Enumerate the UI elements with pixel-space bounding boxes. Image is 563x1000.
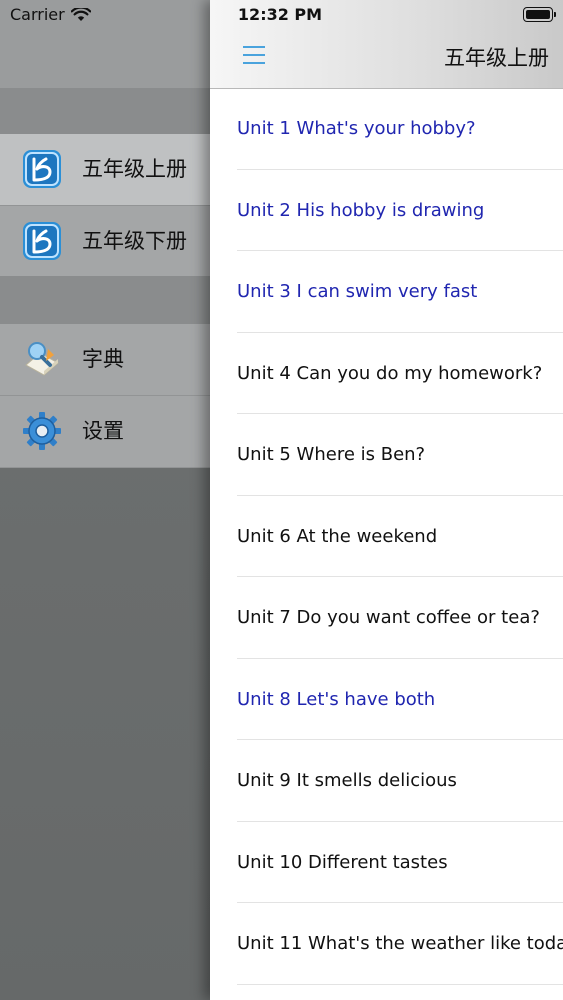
- drawer-item-dictionary[interactable]: 字典: [0, 324, 215, 396]
- book-app-icon: [23, 150, 61, 188]
- unit-list: Unit 1 What's your hobby? Unit 2 His hobb…: [210, 88, 563, 985]
- list-item[interactable]: Unit 3 I can swim very fast: [210, 251, 563, 333]
- drawer-item-label: 字典: [82, 347, 124, 371]
- book-app-icon: [23, 222, 61, 260]
- drawer-item-label: 五年级下册: [82, 229, 187, 253]
- unit-title: Unit 11 What's the weather like today?: [237, 933, 563, 954]
- battery-icon: [523, 7, 556, 22]
- list-item[interactable]: Unit 9 It smells delicious: [210, 740, 563, 822]
- carrier-indicator: Carrier: [10, 5, 91, 24]
- carrier-label: Carrier: [10, 5, 65, 24]
- row-separator: [237, 983, 563, 985]
- drawer-item-grade5-volume2[interactable]: 五年级下册: [0, 206, 215, 278]
- page-title: 五年级上册: [444, 46, 549, 70]
- drawer-spacer: [0, 88, 215, 134]
- unit-title: Unit 5 Where is Ben?: [237, 444, 426, 465]
- drawer-status-bar: Carrier: [0, 0, 215, 88]
- status-time: 12:32 PM: [237, 5, 323, 24]
- unit-title: Unit 10 Different tastes: [237, 851, 448, 873]
- unit-title: Unit 2 His hobby is drawing: [237, 199, 485, 221]
- unit-list-panel: 12:32 PM 五年级上册 Unit 1 What's your hobby?…: [210, 0, 563, 1000]
- list-item[interactable]: Unit 8 Let's have both: [210, 659, 563, 740]
- list-item[interactable]: Unit 4 Can you do my homework?: [210, 333, 563, 414]
- drawer-item-settings[interactable]: 设置: [0, 396, 215, 468]
- list-item[interactable]: Unit 5 Where is Ben?: [210, 414, 563, 496]
- list-item[interactable]: Unit 6 At the weekend: [210, 496, 563, 577]
- tools-menu-group: 字典 设置: [0, 324, 215, 468]
- wifi-icon: [70, 7, 91, 21]
- drawer-item-grade5-volume1[interactable]: 五年级上册: [0, 134, 215, 206]
- unit-title: Unit 4 Can you do my homework?: [237, 362, 543, 384]
- unit-title: Unit 3 I can swim very fast: [237, 281, 478, 302]
- unit-title: Unit 6 At the weekend: [237, 525, 438, 547]
- side-drawer: Carrier 五年级上册 五年级下册 字典 设置: [0, 0, 215, 1000]
- unit-title: Unit 1 What's your hobby?: [237, 118, 476, 139]
- unit-title: Unit 7 Do you want coffee or tea?: [237, 607, 540, 628]
- drawer-item-label: 五年级上册: [82, 157, 187, 181]
- list-item[interactable]: Unit 1 What's your hobby?: [210, 88, 563, 170]
- unit-title: Unit 8 Let's have both: [237, 688, 436, 710]
- drawer-item-label: 设置: [82, 419, 124, 443]
- list-item[interactable]: Unit 10 Different tastes: [210, 822, 563, 903]
- list-item[interactable]: Unit 7 Do you want coffee or tea?: [210, 577, 563, 659]
- book-menu-group: 五年级上册 五年级下册: [0, 134, 215, 278]
- gear-icon: [23, 412, 61, 450]
- unit-title: Unit 9 It smells delicious: [237, 770, 457, 791]
- list-item[interactable]: Unit 11 What's the weather like today?: [210, 903, 563, 985]
- menu-toggle-icon[interactable]: [243, 46, 265, 66]
- drawer-spacer: [0, 276, 215, 324]
- dictionary-icon: [25, 342, 59, 376]
- navigation-bar: 12:32 PM 五年级上册: [210, 0, 563, 89]
- list-item[interactable]: Unit 2 His hobby is drawing: [210, 170, 563, 251]
